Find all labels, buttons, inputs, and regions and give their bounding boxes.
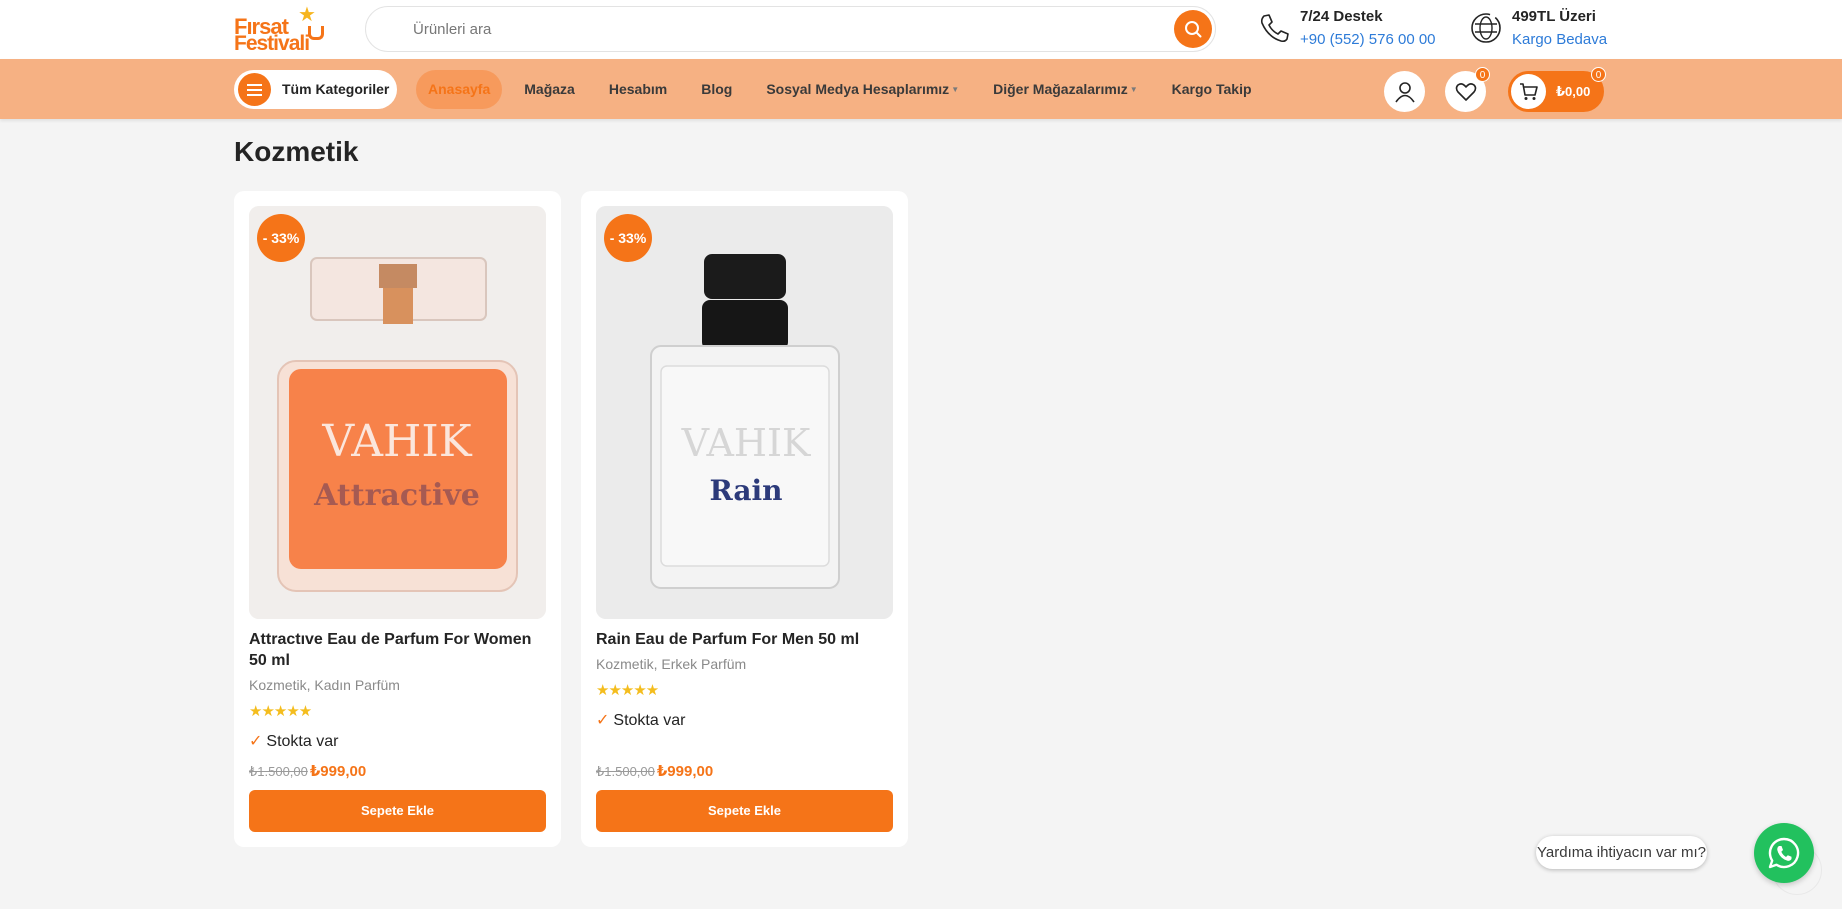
- logo-line-2: Festivali: [234, 32, 310, 55]
- stock-status: ✓ Stokta var: [596, 710, 685, 730]
- whatsapp-icon: [1768, 837, 1800, 869]
- bottle-name: Attractive: [313, 478, 480, 513]
- product-name[interactable]: Attractıve Eau de Parfum For Women 50 ml: [249, 629, 549, 671]
- heart-icon: [1455, 82, 1476, 101]
- old-price: ₺1.500,00: [249, 764, 308, 779]
- cart-total: ₺0,00: [1556, 84, 1591, 99]
- menu-icon: [238, 73, 271, 106]
- product-image[interactable]: VAHIK Rain - 33%: [596, 206, 893, 619]
- product-card: VAHIK Rain - 33% Rain Eau de Parfum For …: [581, 191, 908, 847]
- nav-item-anasayfa[interactable]: Anasayfa: [416, 70, 503, 109]
- nav-item-kargo-takip[interactable]: Kargo Takip: [1155, 70, 1269, 109]
- cart-icon: [1519, 82, 1538, 100]
- old-price: ₺1.500,00: [596, 764, 655, 779]
- phone-icon: [1260, 14, 1289, 43]
- product-categories[interactable]: Kozmetik, Erkek Parfüm: [596, 656, 746, 672]
- perfume-bottle-image: VAHIK Rain: [596, 206, 893, 619]
- sale-price: ₺999,00: [309, 763, 367, 780]
- cart-button[interactable]: ₺0,00 0: [1508, 67, 1606, 112]
- product-categories[interactable]: Kozmetik, Kadın Parfüm: [249, 677, 400, 693]
- support-phone-link[interactable]: +90 (552) 576 00 00: [1300, 31, 1436, 48]
- site-logo[interactable]: Fırsat Festivali ★: [234, 4, 326, 56]
- chevron-down-icon: ▼: [1129, 85, 1138, 94]
- add-to-cart-button[interactable]: Sepete Ekle: [596, 790, 893, 832]
- wishlist-button[interactable]: 0: [1445, 67, 1490, 112]
- logo-cup-icon: [308, 26, 324, 40]
- product-image[interactable]: VAHIK Attractive - 33%: [249, 206, 546, 619]
- help-tooltip[interactable]: Yardıma ihtiyacın var mı?: [1536, 836, 1707, 869]
- top-header: Fırsat Festivali ★ 7/24 Destek +90 (552)…: [0, 0, 1842, 59]
- stock-status: ✓ Stokta var: [249, 731, 338, 751]
- shipping-subtitle[interactable]: Kargo Bedava: [1512, 31, 1607, 48]
- bottle-brand: VAHIK: [681, 421, 811, 465]
- sale-price: ₺999,00: [656, 763, 714, 780]
- nav-item-magaza[interactable]: Mağaza: [507, 70, 592, 109]
- nav-item-sosyal-medya[interactable]: Sosyal Medya Hesaplarımız ▼: [749, 70, 976, 109]
- product-price: ₺1.500,00 ₺999,00: [249, 762, 366, 780]
- stock-label: Stokta var: [613, 712, 686, 729]
- nav-item-hesabim[interactable]: Hesabım: [592, 70, 684, 109]
- main-nav: Tüm Kategoriler Anasayfa Mağaza Hesabım …: [0, 59, 1842, 119]
- account-button[interactable]: [1384, 71, 1425, 112]
- support-title: 7/24 Destek: [1300, 8, 1383, 25]
- bottle-name: Rain: [709, 474, 782, 507]
- bottle-brand: VAHIK: [321, 416, 472, 467]
- discount-badge: - 33%: [604, 214, 652, 262]
- discount-badge: - 33%: [257, 214, 305, 262]
- chevron-down-icon: ▼: [951, 85, 960, 94]
- check-icon: ✓: [596, 712, 610, 729]
- shipping-title: 499TL Üzeri: [1512, 8, 1596, 25]
- globe-icon: [1471, 13, 1501, 43]
- add-to-cart-button[interactable]: Sepete Ekle: [249, 790, 546, 832]
- wishlist-count-badge: 0: [1475, 67, 1490, 82]
- perfume-bottle-image: VAHIK Attractive: [249, 206, 546, 619]
- product-rating: ★★★★★: [596, 682, 659, 699]
- page-title: Kozmetik: [234, 136, 359, 167]
- user-icon: [1394, 81, 1415, 102]
- all-categories-button[interactable]: Tüm Kategoriler: [234, 70, 397, 109]
- product-card: VAHIK Attractive - 33% Attractıve Eau de…: [234, 191, 561, 847]
- cart-count-badge: 0: [1591, 67, 1606, 82]
- whatsapp-button[interactable]: [1754, 823, 1814, 883]
- product-price: ₺1.500,00 ₺999,00: [596, 762, 713, 780]
- nav-item-diger-magazalar[interactable]: Diğer Mağazalarımız ▼: [976, 70, 1155, 109]
- nav-item-label: Diğer Mağazalarımız: [993, 81, 1128, 97]
- cart-icon-wrapper: [1511, 74, 1546, 109]
- search-input[interactable]: [366, 7, 1146, 51]
- check-icon: ✓: [249, 733, 263, 750]
- search-icon: [1185, 21, 1202, 38]
- search-bar: [365, 6, 1216, 52]
- logo-star-icon: ★: [298, 4, 316, 26]
- product-rating: ★★★★★: [249, 703, 312, 720]
- nav-menu: Anasayfa Mağaza Hesabım Blog Sosyal Medy…: [416, 70, 1269, 109]
- product-name[interactable]: Rain Eau de Parfum For Men 50 ml: [596, 629, 896, 650]
- nav-item-blog[interactable]: Blog: [684, 70, 749, 109]
- all-categories-label: Tüm Kategoriler: [282, 81, 390, 97]
- nav-item-label: Sosyal Medya Hesaplarımız: [766, 81, 950, 97]
- stock-label: Stokta var: [266, 733, 339, 750]
- search-button[interactable]: [1174, 10, 1212, 48]
